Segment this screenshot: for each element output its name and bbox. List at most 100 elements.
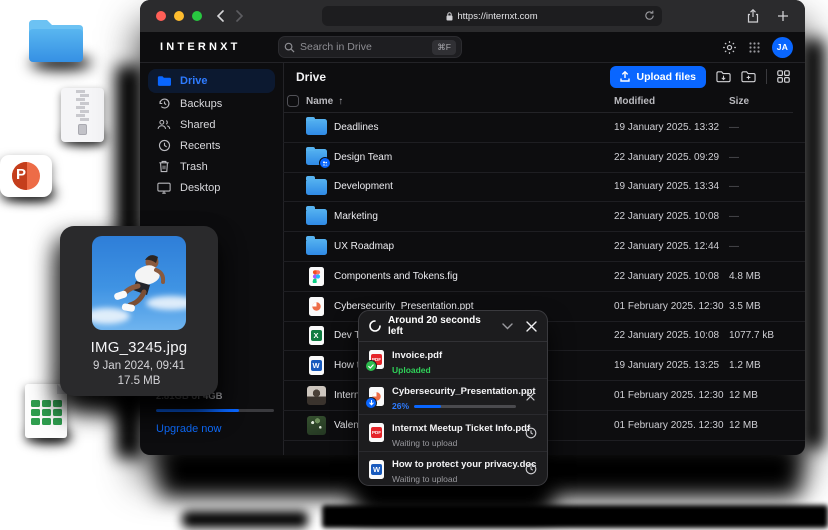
upload-popup-title: Around 20 seconds left — [388, 315, 495, 337]
sidebar-item-desktop[interactable]: Desktop — [148, 177, 275, 198]
column-name[interactable]: Name↑ — [306, 96, 343, 107]
grid-view-icon[interactable] — [777, 70, 790, 83]
word-icon: W — [369, 460, 384, 479]
file-modified: 22 January 2025. 09:29 — [614, 152, 719, 163]
sidebar-item-shared[interactable]: Shared — [148, 114, 275, 135]
search-input[interactable]: Search in Drive ⌘F — [278, 36, 462, 58]
table-row[interactable]: Marketing 22 January 2025. 10:08 — — [283, 202, 805, 232]
new-folder-icon[interactable] — [741, 70, 756, 83]
desktop-icon — [157, 181, 171, 195]
upload-status: Uploaded — [392, 365, 431, 375]
avatar[interactable]: JA — [772, 37, 793, 58]
file-size: — — [729, 241, 739, 252]
upload-item-name: Invoice.pdf — [392, 350, 442, 361]
column-modified[interactable]: Modified — [614, 96, 655, 107]
photo-preview-card: IMG_3245.jpg 9 Jan 2024, 09:41 17.5 MB — [60, 226, 218, 396]
file-modified: 22 January 2025. 10:08 — [614, 271, 719, 282]
photo-size: 17.5 MB — [118, 375, 161, 387]
file-modified: 19 January 2025. 13:34 — [614, 181, 719, 192]
file-name: Marketing — [334, 211, 378, 222]
refresh-icon[interactable] — [644, 10, 655, 21]
photo-filename: IMG_3245.jpg — [91, 339, 188, 356]
file-size: — — [729, 122, 739, 133]
file-size: 1077.7 kB — [729, 330, 774, 341]
apps-grid-icon[interactable] — [749, 42, 760, 53]
jumping-person — [92, 236, 186, 330]
trash-icon — [157, 160, 171, 174]
sidebar-item-backups[interactable]: Backups — [148, 93, 275, 114]
waiting-clock-icon — [524, 463, 537, 475]
photo-thumbnail — [92, 236, 186, 330]
search-icon — [284, 42, 295, 53]
table-row[interactable]: Development19 January 2025. 13:34— — [283, 173, 805, 203]
upgrade-link[interactable]: Upgrade now — [156, 423, 274, 435]
upload-item-name: Internxt Meetup Ticket Info.pdf — [392, 423, 530, 434]
collapse-chevron-icon[interactable] — [502, 323, 513, 330]
upload-item-name: Cybersecurity_Presentation.ppt — [392, 386, 536, 397]
share-icon[interactable] — [747, 9, 759, 23]
sort-arrow: ↑ — [338, 96, 343, 107]
file-size: — — [729, 211, 739, 222]
upload-files-button[interactable]: Upload files — [610, 66, 706, 88]
settings-gear-icon[interactable] — [722, 40, 737, 55]
waiting-clock-icon — [524, 427, 537, 439]
table-row[interactable]: Deadlines19 January 2025. 13:32— — [283, 113, 805, 143]
address-bar[interactable]: https://internxt.com — [322, 6, 662, 26]
file-modified: 22 January 2025. 10:08 — [614, 211, 719, 222]
app-topbar: INTERNXT Search in Drive ⌘F JA — [140, 32, 805, 63]
recents-icon — [157, 139, 171, 153]
sidebar-item-label: Backups — [180, 98, 222, 110]
spray-shadow — [182, 511, 308, 528]
file-name: UX Roadmap — [334, 241, 394, 252]
folder-icon — [304, 237, 328, 257]
spray-shadow — [802, 40, 824, 448]
toolbar-divider — [766, 69, 767, 84]
uploaded-check-badge — [365, 360, 377, 372]
table-row[interactable]: Components and Tokens.fig22 January 2025… — [283, 262, 805, 292]
table-row[interactable]: UX Roadmap22 January 2025. 12:44— — [283, 232, 805, 262]
upload-status: Waiting to upload — [392, 474, 457, 484]
sidebar-item-drive[interactable]: Drive — [148, 69, 275, 93]
browser-chrome: https://internxt.com — [140, 0, 805, 32]
sidebar-item-trash[interactable]: Trash — [148, 156, 275, 177]
sidebar-item-recents[interactable]: Recents — [148, 135, 275, 156]
downloading-arrow-badge — [365, 397, 377, 409]
close-popup-icon[interactable] — [526, 321, 537, 332]
photo-plant-icon — [304, 415, 328, 435]
upload-folder-icon[interactable] — [716, 70, 731, 83]
spreadsheet-icon — [25, 384, 67, 438]
column-size[interactable]: Size — [729, 96, 749, 107]
upload-progress-bar — [414, 405, 516, 409]
pdf-icon: PDF — [369, 350, 384, 369]
pdf-icon: PDF — [369, 423, 384, 442]
traffic-lights[interactable] — [156, 11, 202, 21]
upload-icon — [620, 71, 630, 82]
close-window-button[interactable] — [156, 11, 166, 21]
storage-progress-bar — [156, 409, 274, 412]
upload-status: Waiting to upload — [392, 438, 457, 448]
sidebar-item-label: Recents — [180, 140, 220, 152]
select-all-checkbox[interactable] — [287, 95, 299, 107]
url-text: https://internxt.com — [457, 11, 537, 22]
folder-icon — [304, 207, 328, 227]
search-placeholder: Search in Drive — [300, 41, 432, 53]
powerpoint-icon: P — [0, 155, 52, 197]
photo-date: 9 Jan 2024, 09:41 — [93, 360, 185, 372]
ppt-icon — [369, 387, 384, 406]
folder-shared-icon — [304, 147, 328, 167]
minimize-window-button[interactable] — [174, 11, 184, 21]
file-size: — — [729, 152, 739, 163]
table-row[interactable]: Design Team22 January 2025. 09:29— — [283, 143, 805, 173]
back-icon[interactable] — [216, 10, 225, 22]
upload-item: Cybersecurity_Presentation.ppt26% — [359, 379, 547, 416]
file-modified: 01 February 2025. 12:30 — [614, 420, 724, 431]
search-shortcut-badge: ⌘F — [432, 40, 456, 55]
file-name: Deadlines — [334, 122, 378, 133]
zoom-window-button[interactable] — [192, 11, 202, 21]
file-modified: 19 January 2025. 13:25 — [614, 360, 719, 371]
new-tab-icon[interactable] — [777, 10, 789, 22]
forward-icon[interactable] — [235, 10, 244, 22]
cancel-upload-icon[interactable] — [524, 392, 537, 401]
upload-item: PDF Invoice.pdf Uploaded — [359, 342, 547, 379]
lock-icon — [446, 12, 453, 21]
